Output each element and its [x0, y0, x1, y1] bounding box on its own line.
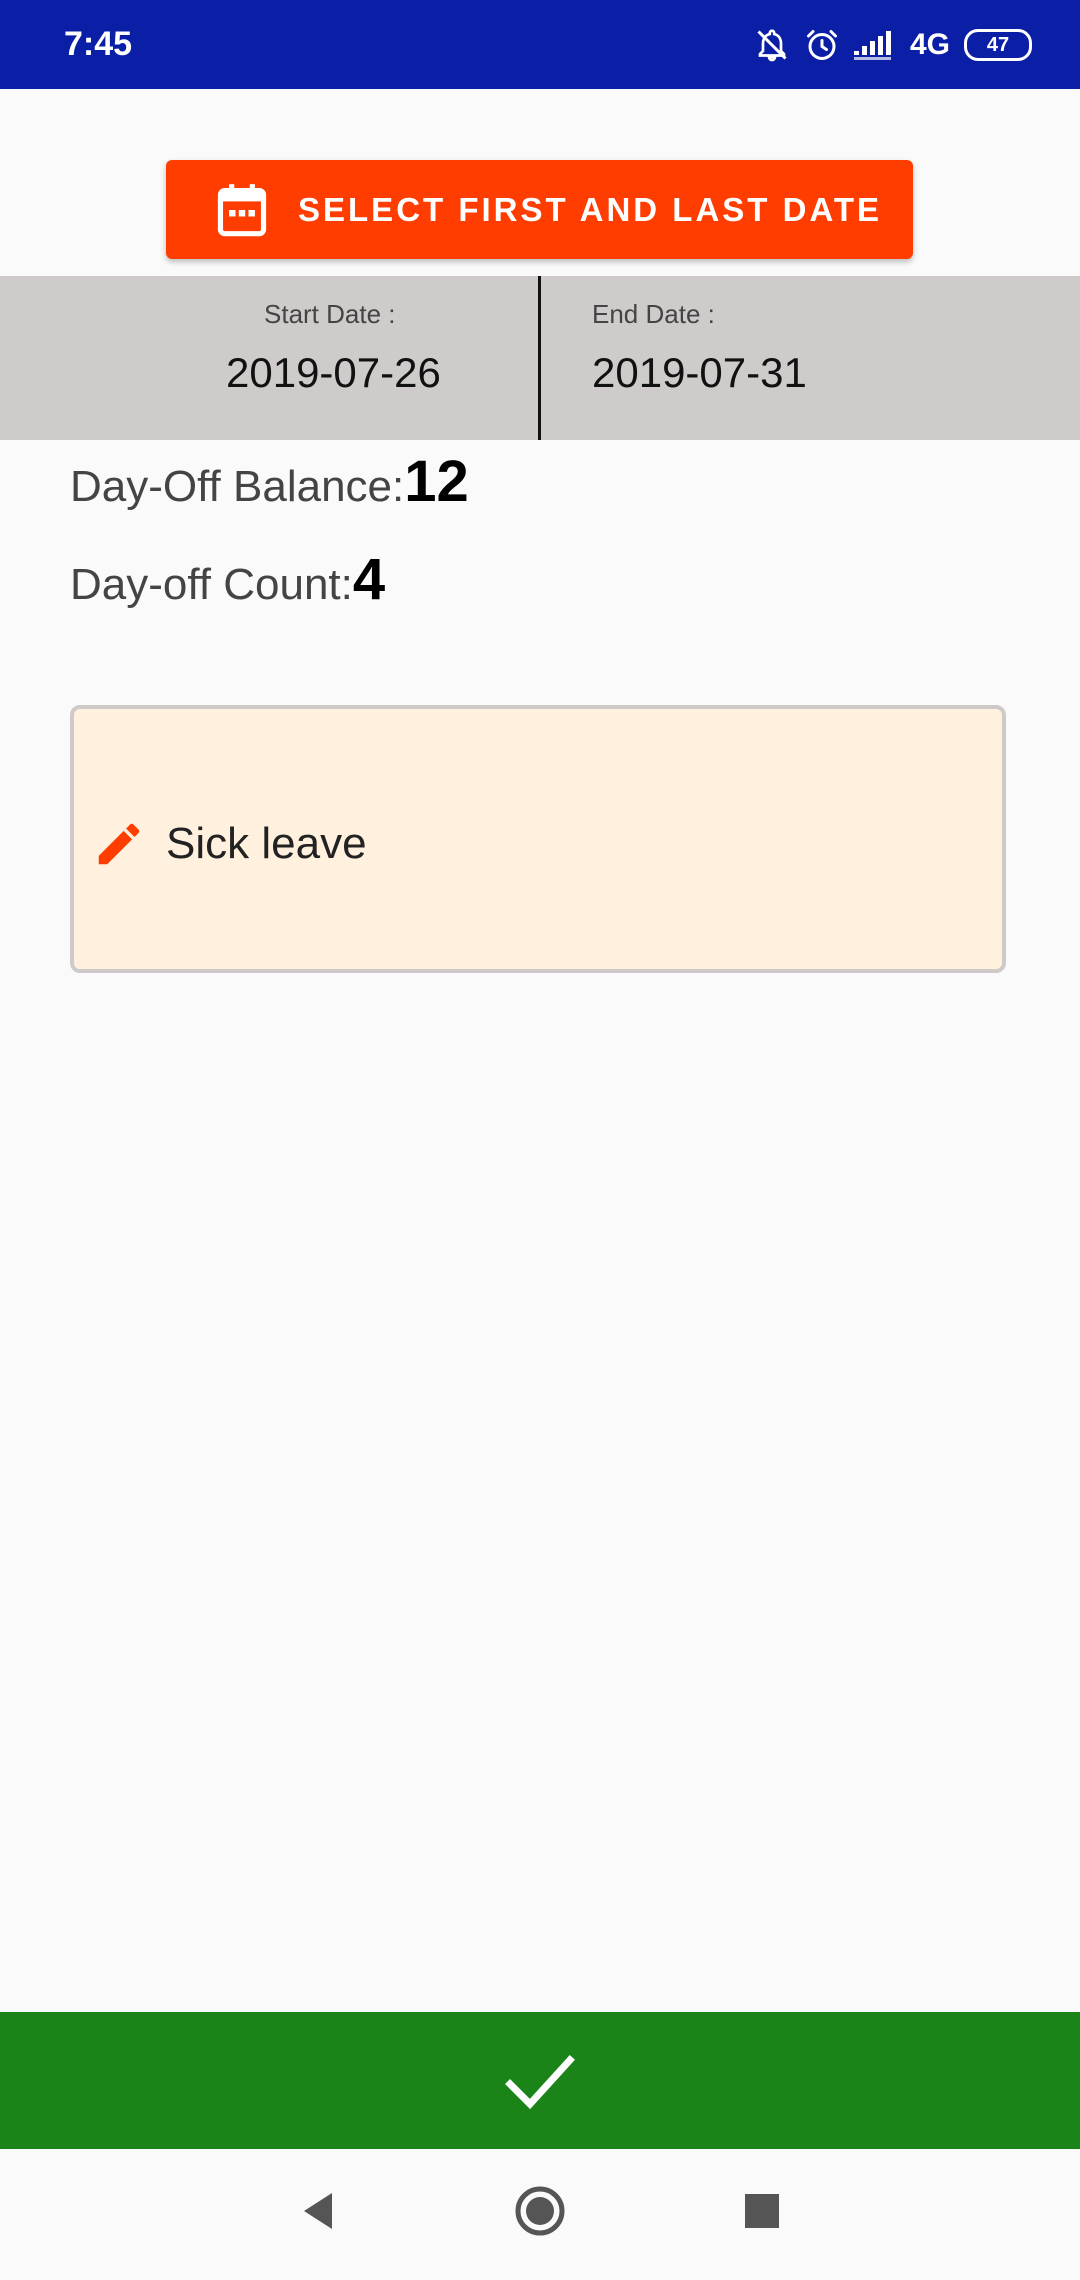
balance-value: 12 [404, 449, 469, 514]
back-icon[interactable] [286, 2179, 350, 2243]
reason-field[interactable]: Sick leave [70, 705, 1006, 973]
navigation-bar [0, 2149, 1080, 2280]
battery-icon: 47 [964, 29, 1032, 61]
end-date-value: 2019-07-31 [592, 349, 807, 396]
select-dates-label: SELECT FIRST AND LAST DATE [298, 191, 882, 228]
day-off-count: Day-off Count:4 [70, 546, 385, 613]
start-date-value: 2019-07-26 [226, 349, 441, 396]
status-bar: 7:45 4G 47 [0, 0, 1080, 89]
check-icon [505, 2055, 575, 2110]
reason-text: Sick leave [166, 819, 367, 868]
balance-label: Day-Off Balance: [70, 462, 405, 511]
alarm-icon [806, 30, 837, 60]
battery-level: 47 [986, 34, 1010, 56]
notifications-off-icon [757, 29, 787, 62]
day-off-balance: Day-Off Balance:12 [70, 448, 469, 515]
status-time: 7:45 [64, 25, 133, 63]
calendar-icon [217, 184, 267, 237]
network-type-label: 4G [909, 28, 950, 61]
pencil-icon [98, 823, 140, 865]
confirm-button[interactable] [0, 2012, 1080, 2149]
start-date-label: Start Date : [264, 299, 396, 329]
count-value: 4 [352, 547, 386, 612]
date-range-panel: Start Date : 2019-07-26 End Date : 2019-… [0, 276, 1080, 440]
range-divider [538, 276, 541, 440]
recents-icon[interactable] [730, 2179, 794, 2243]
count-label: Day-off Count: [70, 560, 353, 609]
signal-icon [853, 31, 891, 60]
home-icon[interactable] [508, 2179, 572, 2243]
end-date-label: End Date : [592, 299, 715, 329]
status-icons: 4G 47 [740, 24, 1032, 66]
select-dates-button[interactable]: SELECT FIRST AND LAST DATE [166, 160, 913, 259]
